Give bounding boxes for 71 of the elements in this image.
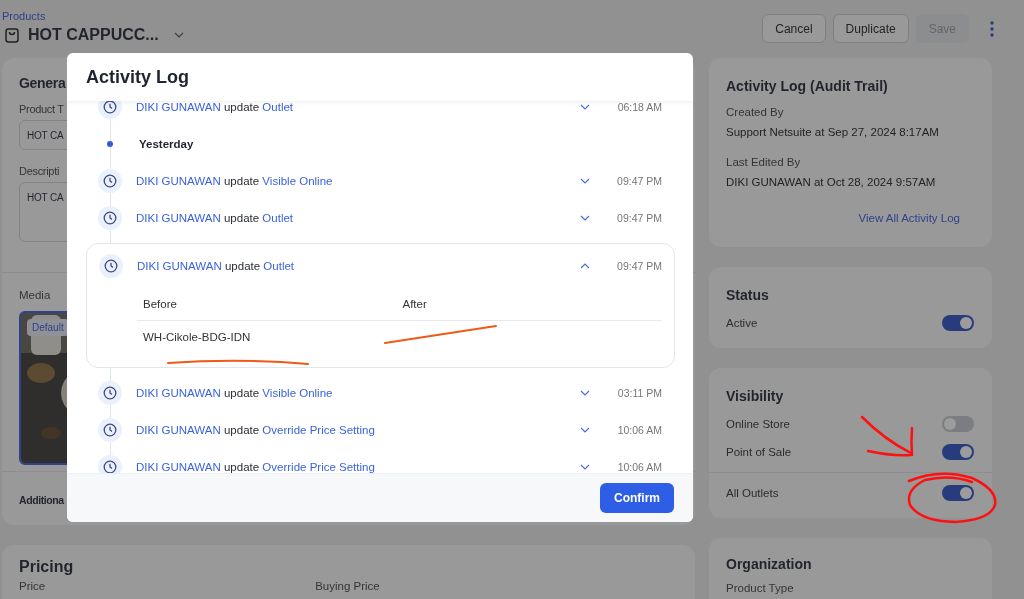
expand-chevron-icon[interactable]	[580, 214, 590, 221]
toggle-label: Online Store	[726, 418, 790, 430]
log-time: 03:11 PM	[616, 386, 662, 399]
clock-icon	[103, 101, 117, 114]
clock-icon	[103, 210, 117, 225]
field-label: Descripti	[19, 165, 60, 177]
info-value: Support Netsuite at Sep 27, 2024 8:17AM	[726, 126, 940, 138]
dialog-title: Activity Log	[86, 66, 189, 88]
field-label: Buying Price	[315, 580, 380, 592]
info-value: DIKI GUNAWAN at Oct 28, 2024 9:57AM	[726, 176, 937, 188]
dropdown-chevron-icon[interactable]	[173, 32, 184, 38]
info-label: Created By	[726, 106, 785, 118]
clock-icon	[103, 459, 117, 473]
card-heading: Pricing	[19, 558, 75, 576]
expand-chevron-icon[interactable]	[580, 463, 590, 470]
more-options-icon[interactable]	[990, 20, 994, 37]
info-label: Last Edited By	[726, 156, 802, 168]
clock-icon	[103, 422, 117, 437]
card-heading: Genera	[19, 75, 66, 91]
field-label: Price	[19, 580, 46, 592]
toggle-label: All Outlets	[726, 487, 779, 499]
description-text: HOT CA	[27, 192, 64, 203]
log-time: 09:47 PM	[616, 260, 662, 272]
log-time: 06:18 AM	[616, 101, 662, 113]
clock-icon	[103, 173, 117, 188]
clock-icon	[104, 259, 118, 273]
card-heading: Activity Log (Audit Trail)	[726, 78, 889, 94]
toggle-switch[interactable]	[942, 416, 974, 432]
field-label: Media	[19, 289, 52, 301]
log-time: 09:47 PM	[616, 174, 662, 187]
view-log-link[interactable]: View All Activity Log	[858, 212, 960, 224]
confirm-button[interactable]: Confirm	[600, 483, 674, 513]
breadcrumb-link[interactable]: Products	[2, 10, 184, 22]
clock-icon	[103, 385, 117, 400]
log-entry-text: DIKI GUNAWAN update Override Price Setting	[136, 423, 376, 436]
expand-chevron-icon[interactable]	[580, 103, 590, 110]
toggle-switch[interactable]	[942, 444, 974, 460]
before-value: WH-Cikole-BDG-IDN	[143, 331, 252, 343]
log-entry-text: DIKI GUNAWAN update Visible Online	[136, 386, 334, 399]
timeline-dot	[107, 140, 113, 147]
section-heading: Additiona	[19, 494, 64, 506]
toggle-label: Active	[726, 317, 758, 329]
header-button[interactable]: Cancel	[762, 14, 826, 43]
toggle-switch[interactable]	[942, 315, 974, 331]
log-entry-text: DIKI GUNAWAN update Visible Online	[136, 174, 334, 187]
default-badge: Default	[27, 319, 69, 336]
log-entry-text: DIKI GUNAWAN update Outlet	[136, 211, 295, 224]
toggle-switch[interactable]	[942, 485, 974, 501]
expand-chevron-icon[interactable]	[580, 177, 590, 184]
log-time: 10:06 AM	[616, 423, 662, 436]
bag-icon	[5, 27, 19, 43]
field-label: Product T	[19, 103, 64, 115]
card-heading: Visibility	[726, 388, 785, 404]
log-entry-text: DIKI GUNAWAN update Outlet	[136, 101, 295, 113]
log-entry-text: DIKI GUNAWAN update Outlet	[137, 260, 296, 272]
expand-chevron-icon[interactable]	[580, 426, 590, 433]
column-header: Before	[143, 298, 178, 310]
expand-chevron-icon[interactable]	[580, 389, 590, 396]
field-label: Product Type	[726, 582, 795, 594]
card-heading: Status	[726, 287, 770, 303]
collapse-chevron-icon[interactable]	[580, 263, 590, 269]
date-heading: Yesterday	[139, 137, 194, 150]
header-button[interactable]: Duplicate	[832, 14, 909, 43]
log-time: 10:06 AM	[616, 460, 662, 473]
card-heading: Organization	[726, 556, 813, 572]
toggle-label: Point of Sale	[726, 446, 792, 458]
log-entry-text: DIKI GUNAWAN update Override Price Setting	[136, 460, 376, 473]
column-header: After	[402, 298, 428, 310]
log-time: 09:47 PM	[616, 211, 662, 224]
product-title: HOT CAPPUCC...	[28, 26, 159, 44]
field-value: HOT CA	[27, 130, 64, 141]
